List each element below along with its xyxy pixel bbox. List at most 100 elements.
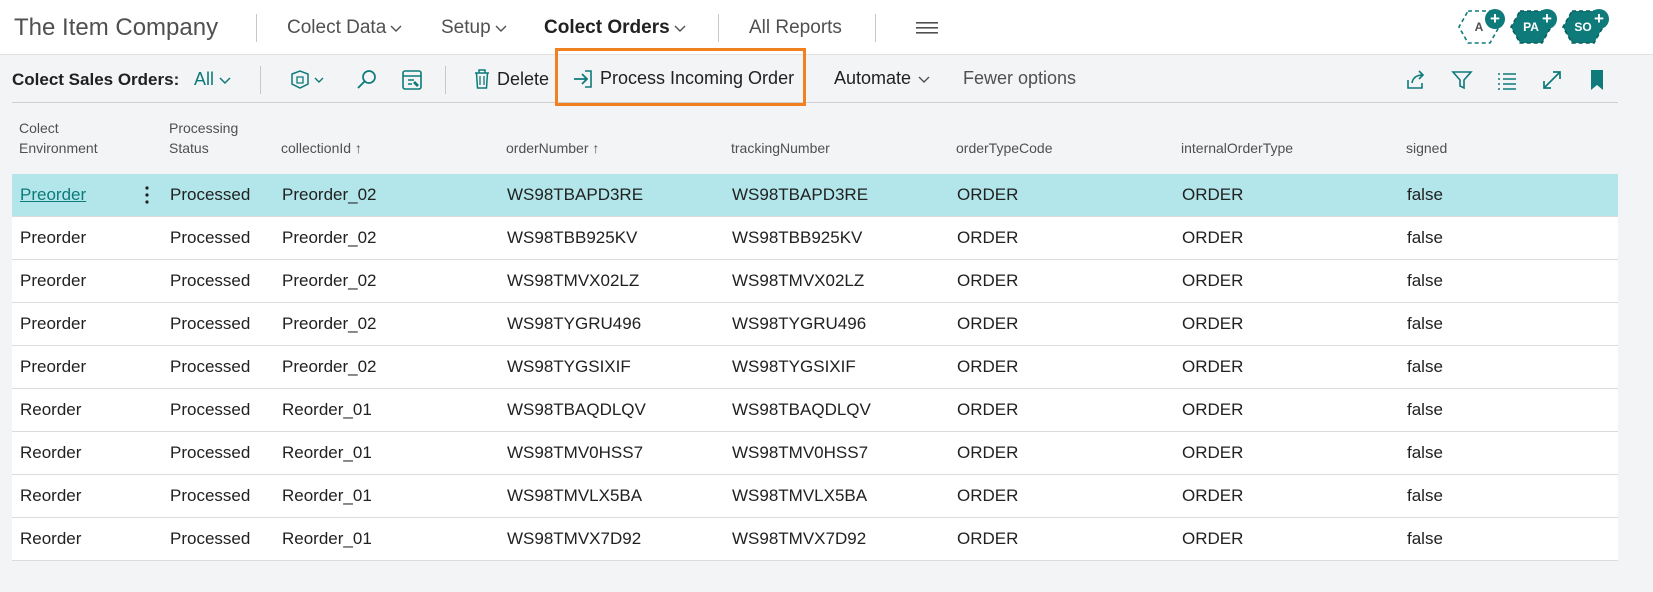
nav-divider	[256, 14, 257, 42]
process-incoming-order-button[interactable]: Process Incoming Order	[572, 68, 794, 89]
delete-button[interactable]: Delete	[473, 68, 549, 90]
cell-processing-status: Processed	[170, 486, 251, 505]
view-filter-dropdown[interactable]: All	[194, 69, 232, 90]
automate-label: Automate	[834, 68, 912, 88]
table-row[interactable]: Reorder Processed Reorder_01 WS98TBAQDLQV WS…	[12, 389, 1618, 432]
cell-colect-environment[interactable]: Preorder	[20, 217, 86, 259]
cell-signed: false	[1407, 314, 1443, 333]
view-filter-label: All	[194, 69, 215, 89]
cell-colect-environment[interactable]: Preorder	[20, 346, 86, 388]
column-header-order-number[interactable]: orderNumber ↑	[506, 138, 599, 158]
avatar-a[interactable]: A +	[1457, 9, 1505, 45]
nav-item-label: All Reports	[749, 17, 842, 38]
nav-item-setup[interactable]: Setup	[441, 17, 508, 39]
cell-colect-environment[interactable]: Reorder	[20, 389, 81, 431]
hamburger-menu-icon[interactable]	[916, 20, 938, 36]
cell-colect-environment[interactable]: Preorder	[20, 260, 86, 302]
cell-order-number: WS98TMVLX5BA	[507, 486, 643, 505]
cell-colect-environment[interactable]: Reorder	[20, 432, 81, 474]
fewer-options-label: Fewer options	[963, 68, 1077, 88]
column-header-collection-id[interactable]: collectionId ↑	[281, 138, 362, 158]
add-icon: +	[1589, 9, 1609, 29]
chevron-down-icon	[495, 25, 507, 32]
nav-item-colect-data[interactable]: Colect Data	[287, 17, 403, 39]
table-row[interactable]: Preorder Processed Preorder_02 WS98TBB925KV…	[12, 217, 1618, 260]
expand-button[interactable]	[1540, 68, 1564, 92]
cell-internal-order-type: ORDER	[1182, 185, 1244, 204]
table-row[interactable]: Reorder Processed Reorder_01 WS98TMVLX5BA WS…	[12, 475, 1618, 518]
process-arrow-icon	[574, 69, 592, 88]
cell-signed: false	[1407, 400, 1443, 419]
nav-divider	[875, 14, 876, 42]
edit-list-button[interactable]	[400, 68, 424, 92]
list-view-button[interactable]	[1495, 68, 1519, 92]
cell-internal-order-type: ORDER	[1182, 529, 1244, 548]
page-title: Colect Sales Orders:	[12, 70, 180, 89]
cell-tracking-number: WS98TMV0HSS7	[732, 443, 869, 462]
cell-internal-order-type: ORDER	[1182, 443, 1244, 462]
nav-item-colect-orders[interactable]: Colect Orders	[544, 17, 687, 39]
company-name[interactable]: The Item Company	[14, 14, 218, 42]
search-button[interactable]	[355, 68, 379, 92]
nav-item-all-reports[interactable]: All Reports	[749, 17, 842, 39]
cell-signed: false	[1407, 443, 1443, 462]
cell-colect-environment[interactable]: Preorder	[20, 303, 86, 345]
header-line: Environment	[19, 140, 98, 156]
table-row[interactable]: Preorder Processed Preorder_02 WS98TBAPD3RE…	[12, 174, 1618, 217]
cell-tracking-number: WS98TMVLX5BA	[732, 486, 868, 505]
bookmark-icon	[1591, 70, 1603, 90]
cell-collection-id: Preorder_02	[282, 271, 377, 290]
copilot-button[interactable]	[288, 68, 328, 92]
cell-processing-status: Processed	[170, 228, 251, 247]
nav-item-label: Colect Orders	[544, 17, 670, 38]
cell-colect-environment[interactable]: Reorder	[20, 518, 81, 560]
table-row[interactable]: Preorder Processed Preorder_02 WS98TYGSIXIF…	[12, 346, 1618, 389]
cell-order-number: WS98TYGRU496	[507, 314, 642, 333]
table-row[interactable]: Reorder Processed Reorder_01 WS98TMVX7D92 WS…	[12, 518, 1618, 561]
cell-tracking-number: WS98TMVX02LZ	[732, 271, 865, 290]
automate-dropdown[interactable]: Automate	[834, 68, 931, 89]
cell-internal-order-type: ORDER	[1182, 228, 1244, 247]
cell-order-number: WS98TMV0HSS7	[507, 443, 644, 462]
cell-signed: false	[1407, 271, 1443, 290]
row-actions-kebab-icon[interactable]	[140, 184, 154, 206]
cell-processing-status: Processed	[170, 529, 251, 548]
cell-colect-environment[interactable]: Preorder	[20, 174, 86, 216]
column-header-signed[interactable]: signed	[1406, 138, 1447, 158]
header-line: Colect	[19, 120, 59, 136]
column-header-internal-order-type[interactable]: internalOrderType	[1181, 138, 1293, 158]
cell-collection-id: Preorder_02	[282, 185, 377, 204]
cell-order-type-code: ORDER	[957, 486, 1019, 505]
add-icon: +	[1485, 9, 1505, 29]
toolbar-divider	[260, 66, 261, 94]
column-header-order-type-code[interactable]: orderTypeCode	[956, 138, 1053, 158]
list-icon	[1498, 73, 1516, 90]
cell-colect-environment[interactable]: Reorder	[20, 475, 81, 517]
avatar-so[interactable]: SO +	[1561, 9, 1609, 45]
chevron-down-icon	[390, 25, 402, 32]
table-row[interactable]: Preorder Processed Preorder_02 WS98TMVX02LZ…	[12, 260, 1618, 303]
cell-order-type-code: ORDER	[957, 185, 1019, 204]
cell-tracking-number: WS98TMVX7D92	[732, 529, 867, 548]
bookmark-button[interactable]	[1585, 68, 1609, 92]
column-header-processing-status[interactable]: Processing Status	[169, 118, 238, 158]
cell-signed: false	[1407, 185, 1443, 204]
column-header-colect-environment[interactable]: Colect Environment	[19, 118, 98, 158]
filter-button[interactable]	[1450, 68, 1474, 92]
table-row[interactable]: Preorder Processed Preorder_02 WS98TYGRU496…	[12, 303, 1618, 346]
cell-tracking-number: WS98TBAPD3RE	[732, 185, 869, 204]
chevron-down-icon	[674, 25, 686, 32]
column-header-tracking-number[interactable]: trackingNumber	[731, 138, 830, 158]
cell-order-type-code: ORDER	[957, 400, 1019, 419]
cell-internal-order-type: ORDER	[1182, 271, 1244, 290]
cell-order-type-code: ORDER	[957, 443, 1019, 462]
nav-divider	[718, 14, 719, 42]
chevron-down-icon	[219, 76, 231, 84]
cell-collection-id: Reorder_01	[282, 443, 372, 462]
cell-signed: false	[1407, 529, 1443, 548]
table-row[interactable]: Reorder Processed Reorder_01 WS98TMV0HSS7 WS…	[12, 432, 1618, 475]
avatar-pa[interactable]: PA +	[1509, 9, 1557, 45]
fewer-options-button[interactable]: Fewer options	[963, 68, 1076, 89]
share-button[interactable]	[1404, 68, 1428, 92]
header-line: trackingNumber	[731, 140, 830, 156]
